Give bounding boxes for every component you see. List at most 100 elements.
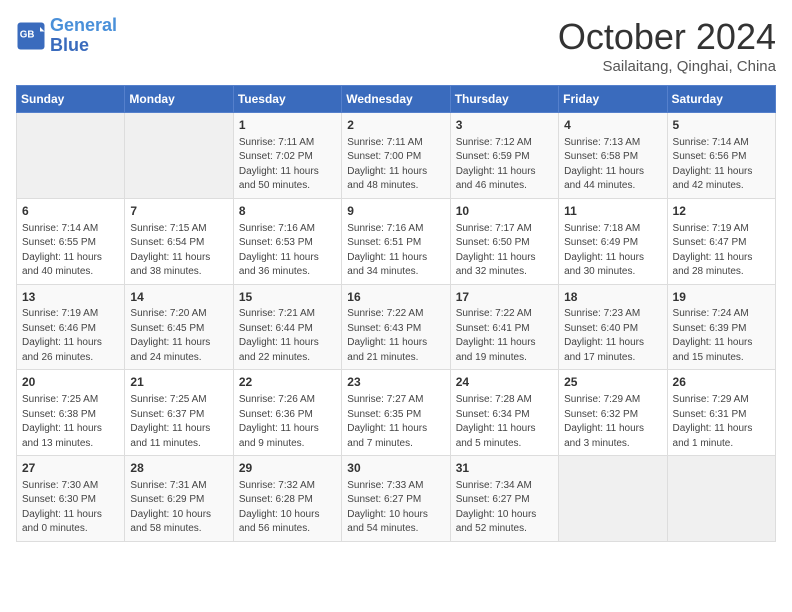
weekday-header-tuesday: Tuesday [233,86,341,113]
calendar-cell: 22 Sunrise: 7:26 AM Sunset: 6:36 PM Dayli… [233,370,341,456]
day-info: Sunrise: 7:31 AM Sunset: 6:29 PM Dayligh… [130,479,227,537]
calendar-cell [125,113,233,199]
day-info: Sunrise: 7:19 AM Sunset: 6:47 PM Dayligh… [673,222,770,280]
calendar-header: SundayMondayTuesdayWednesdayThursdayFrid… [17,86,776,113]
day-number: 26 [673,374,770,391]
day-info: Sunrise: 7:26 AM Sunset: 6:36 PM Dayligh… [239,393,336,451]
day-number: 17 [456,289,553,306]
calendar-cell: 5Sunrise: 7:14 AM Sunset: 6:56 PM Daylig… [667,113,775,199]
day-number: 20 [22,374,119,391]
calendar-cell: 12Sunrise: 7:19 AM Sunset: 6:47 PM Dayli… [667,198,775,284]
calendar-body: 1 Sunrise: 7:11 AM Sunset: 7:02 PM Daylig… [17,113,776,542]
calendar-cell: 23Sunrise: 7:27 AM Sunset: 6:35 PM Dayli… [342,370,450,456]
calendar-cell: 19Sunrise: 7:24 AM Sunset: 6:39 PM Dayli… [667,284,775,370]
day-number: 18 [564,289,661,306]
calendar-week-4: 20 Sunrise: 7:25 AM Sunset: 6:38 PM Dayli… [17,370,776,456]
day-info: Sunrise: 7:33 AM Sunset: 6:27 PM Dayligh… [347,479,444,537]
calendar-cell: 3Sunrise: 7:12 AM Sunset: 6:59 PM Daylig… [450,113,558,199]
day-number: 21 [130,374,227,391]
svg-text:GB: GB [20,29,35,40]
day-number: 24 [456,374,553,391]
calendar-week-5: 27Sunrise: 7:30 AM Sunset: 6:30 PM Dayli… [17,456,776,542]
day-info: Sunrise: 7:25 AM Sunset: 6:38 PM Dayligh… [22,393,119,451]
month-title: October 2024 [558,16,776,58]
day-number: 29 [239,460,336,477]
day-info: Sunrise: 7:20 AM Sunset: 6:45 PM Dayligh… [130,307,227,365]
day-info: Sunrise: 7:15 AM Sunset: 6:54 PM Dayligh… [130,222,227,280]
weekday-header-monday: Monday [125,86,233,113]
day-info: Sunrise: 7:21 AM Sunset: 6:44 PM Dayligh… [239,307,336,365]
calendar-cell [17,113,125,199]
day-info: Sunrise: 7:25 AM Sunset: 6:37 PM Dayligh… [130,393,227,451]
day-number: 13 [22,289,119,306]
page-header: GB General Blue October 2024 Sailaitang,… [16,16,776,75]
day-info: Sunrise: 7:29 AM Sunset: 6:31 PM Dayligh… [673,393,770,451]
day-info: Sunrise: 7:17 AM Sunset: 6:50 PM Dayligh… [456,222,553,280]
logo-line2: Blue [50,35,89,55]
calendar-cell: 15Sunrise: 7:21 AM Sunset: 6:44 PM Dayli… [233,284,341,370]
weekday-row: SundayMondayTuesdayWednesdayThursdayFrid… [17,86,776,113]
weekday-header-wednesday: Wednesday [342,86,450,113]
day-info: Sunrise: 7:14 AM Sunset: 6:56 PM Dayligh… [673,136,770,194]
day-info: Sunrise: 7:22 AM Sunset: 6:43 PM Dayligh… [347,307,444,365]
day-info: Sunrise: 7:11 AM Sunset: 7:02 PM Dayligh… [239,136,336,194]
day-info: Sunrise: 7:13 AM Sunset: 6:58 PM Dayligh… [564,136,661,194]
weekday-header-sunday: Sunday [17,86,125,113]
day-info: Sunrise: 7:16 AM Sunset: 6:51 PM Dayligh… [347,222,444,280]
day-info: Sunrise: 7:19 AM Sunset: 6:46 PM Dayligh… [22,307,119,365]
calendar-cell: 17Sunrise: 7:22 AM Sunset: 6:41 PM Dayli… [450,284,558,370]
day-info: Sunrise: 7:29 AM Sunset: 6:32 PM Dayligh… [564,393,661,451]
day-info: Sunrise: 7:23 AM Sunset: 6:40 PM Dayligh… [564,307,661,365]
calendar-cell: 21 Sunrise: 7:25 AM Sunset: 6:37 PM Dayli… [125,370,233,456]
day-info: Sunrise: 7:30 AM Sunset: 6:30 PM Dayligh… [22,479,119,537]
day-number: 1 [239,117,336,134]
calendar-cell: 28 Sunrise: 7:31 AM Sunset: 6:29 PM Dayli… [125,456,233,542]
calendar-table: SundayMondayTuesdayWednesdayThursdayFrid… [16,85,776,542]
calendar-cell: 24 Sunrise: 7:28 AM Sunset: 6:34 PM Dayli… [450,370,558,456]
logo-text: General Blue [50,16,117,56]
day-number: 30 [347,460,444,477]
calendar-week-3: 13Sunrise: 7:19 AM Sunset: 6:46 PM Dayli… [17,284,776,370]
calendar-cell: 16Sunrise: 7:22 AM Sunset: 6:43 PM Dayli… [342,284,450,370]
calendar-cell: 29 Sunrise: 7:32 AM Sunset: 6:28 PM Dayli… [233,456,341,542]
day-info: Sunrise: 7:18 AM Sunset: 6:49 PM Dayligh… [564,222,661,280]
calendar-cell: 13Sunrise: 7:19 AM Sunset: 6:46 PM Dayli… [17,284,125,370]
day-number: 8 [239,203,336,220]
calendar-cell: 20 Sunrise: 7:25 AM Sunset: 6:38 PM Dayli… [17,370,125,456]
location-subtitle: Sailaitang, Qinghai, China [558,58,776,75]
calendar-cell: 27Sunrise: 7:30 AM Sunset: 6:30 PM Dayli… [17,456,125,542]
day-number: 7 [130,203,227,220]
calendar-cell: 2Sunrise: 7:11 AM Sunset: 7:00 PM Daylig… [342,113,450,199]
logo: GB General Blue [16,16,117,56]
logo-icon: GB [16,21,46,51]
day-info: Sunrise: 7:32 AM Sunset: 6:28 PM Dayligh… [239,479,336,537]
day-info: Sunrise: 7:12 AM Sunset: 6:59 PM Dayligh… [456,136,553,194]
calendar-cell: 8Sunrise: 7:16 AM Sunset: 6:53 PM Daylig… [233,198,341,284]
calendar-week-1: 1 Sunrise: 7:11 AM Sunset: 7:02 PM Daylig… [17,113,776,199]
day-number: 15 [239,289,336,306]
day-number: 4 [564,117,661,134]
day-info: Sunrise: 7:24 AM Sunset: 6:39 PM Dayligh… [673,307,770,365]
day-info: Sunrise: 7:34 AM Sunset: 6:27 PM Dayligh… [456,479,553,537]
day-info: Sunrise: 7:11 AM Sunset: 7:00 PM Dayligh… [347,136,444,194]
title-block: October 2024 Sailaitang, Qinghai, China [558,16,776,75]
weekday-header-friday: Friday [559,86,667,113]
day-number: 23 [347,374,444,391]
day-number: 10 [456,203,553,220]
calendar-cell: 4 Sunrise: 7:13 AM Sunset: 6:58 PM Daylig… [559,113,667,199]
day-number: 9 [347,203,444,220]
day-number: 6 [22,203,119,220]
day-info: Sunrise: 7:28 AM Sunset: 6:34 PM Dayligh… [456,393,553,451]
calendar-cell: 30 Sunrise: 7:33 AM Sunset: 6:27 PM Dayli… [342,456,450,542]
calendar-cell: 7 Sunrise: 7:15 AM Sunset: 6:54 PM Daylig… [125,198,233,284]
calendar-cell [559,456,667,542]
day-number: 16 [347,289,444,306]
day-number: 25 [564,374,661,391]
calendar-week-2: 6 Sunrise: 7:14 AM Sunset: 6:55 PM Daylig… [17,198,776,284]
day-number: 22 [239,374,336,391]
day-info: Sunrise: 7:22 AM Sunset: 6:41 PM Dayligh… [456,307,553,365]
day-number: 28 [130,460,227,477]
day-info: Sunrise: 7:14 AM Sunset: 6:55 PM Dayligh… [22,222,119,280]
calendar-cell: 25 Sunrise: 7:29 AM Sunset: 6:32 PM Dayli… [559,370,667,456]
weekday-header-thursday: Thursday [450,86,558,113]
